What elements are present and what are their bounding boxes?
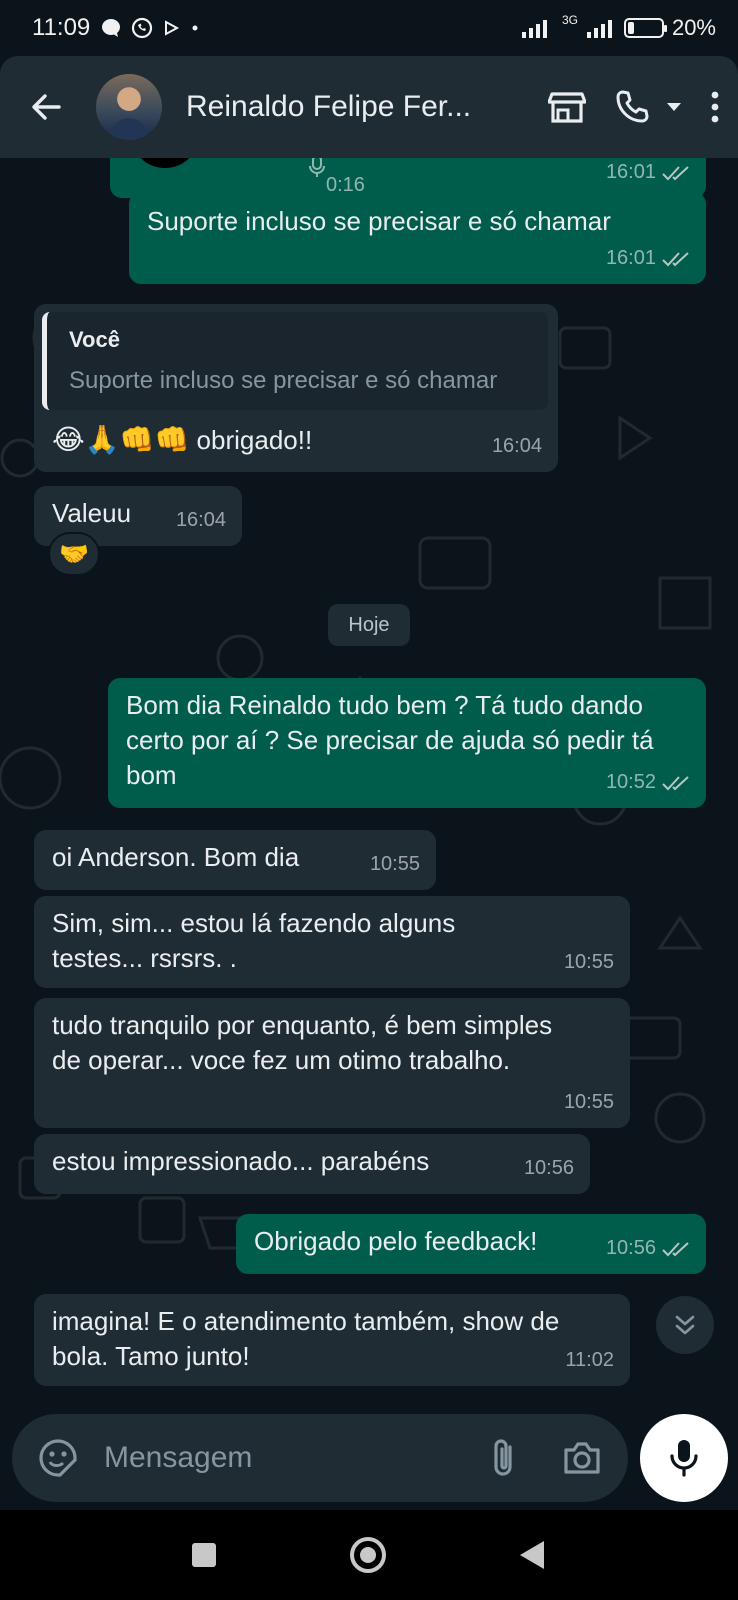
message-emojis: 😂🙏👊👊	[52, 424, 190, 455]
read-ticks-icon	[662, 165, 689, 180]
message-time: 10:56	[606, 1231, 690, 1266]
home-button-icon[interactable]	[348, 1535, 388, 1575]
message-bubble-incoming[interactable]: oi Anderson. Bom dia 10:55	[34, 830, 436, 890]
audio-avatar	[130, 158, 200, 168]
message-bubble-incoming-reply[interactable]: Você Suporte incluso se precisar e só ch…	[34, 304, 558, 472]
store-icon[interactable]	[548, 90, 586, 124]
chat-header: Reinaldo Felipe Fer...	[0, 56, 738, 158]
message-bubble-incoming[interactable]: tudo tranquilo por enquanto, é bem simpl…	[34, 998, 630, 1128]
phone-icon	[616, 90, 649, 123]
message-list[interactable]: 0:16 16:01 Suporte incluso se precisar e…	[0, 158, 738, 1410]
message-time: 16:01	[606, 158, 690, 190]
back-button[interactable]	[26, 87, 66, 127]
message-time: 11:02	[565, 1343, 614, 1378]
mic-icon	[670, 1440, 698, 1477]
time-text: 16:04	[175, 509, 226, 531]
chat-notification-icon	[102, 19, 121, 37]
battery-icon	[623, 18, 667, 38]
message-time: 10:52	[606, 765, 690, 800]
whatsapp-notification-icon	[132, 17, 153, 39]
composer-bar: Mensagem	[0, 1410, 738, 1510]
dot-icon	[192, 25, 198, 31]
time-text: 16:01	[605, 247, 656, 269]
notification-icons	[100, 16, 202, 40]
message-text: estou impressionado... parabéns	[52, 1146, 430, 1176]
message-text: obrigado!!	[196, 425, 313, 455]
sticker-icon[interactable]	[38, 1438, 78, 1478]
recents-button-icon[interactable]	[190, 1541, 218, 1569]
message-bubble-incoming[interactable]: Sim, sim... estou lá fazendo alguns test…	[34, 896, 630, 988]
time-text: 10:56	[523, 1157, 574, 1179]
time-text: 10:55	[563, 1091, 614, 1113]
network-type: 3G	[561, 13, 578, 27]
camera-icon[interactable]	[562, 1440, 602, 1476]
message-bubble-incoming[interactable]: estou impressionado... parabéns 10:56	[34, 1134, 590, 1194]
status-bar: 11:09 3G 20%	[0, 0, 738, 56]
message-bubble-outgoing[interactable]: Suporte incluso se precisar e só chamar …	[129, 192, 706, 284]
read-ticks-icon	[662, 775, 689, 790]
message-time: 16:04	[492, 429, 542, 464]
message-time: 10:55	[564, 1085, 614, 1120]
quote-author: Você	[69, 327, 120, 352]
voice-record-button[interactable]	[640, 1414, 728, 1502]
system-nav-bar	[0, 1510, 738, 1600]
battery-percent: 20%	[671, 15, 716, 40]
scroll-to-bottom-button[interactable]	[656, 1296, 714, 1354]
message-input[interactable]: Mensagem	[104, 1441, 490, 1475]
quoted-message[interactable]: Você Suporte incluso se precisar e só ch…	[42, 312, 548, 410]
time-text: 16:01	[605, 161, 656, 183]
message-time: 10:55	[564, 945, 614, 980]
back-button-icon[interactable]	[518, 1539, 548, 1571]
read-ticks-icon	[662, 251, 689, 266]
signal-icon-2	[586, 20, 612, 38]
message-text: tudo tranquilo por enquanto, é bem simpl…	[52, 1010, 553, 1075]
read-ticks-icon	[662, 1241, 689, 1256]
reply-content: 😂🙏👊👊 obrigado!!	[42, 422, 548, 458]
message-time: 10:56	[524, 1151, 574, 1186]
time-text: 10:55	[369, 853, 420, 875]
time-text: 10:56	[605, 1237, 656, 1259]
message-text: Sim, sim... estou lá fazendo alguns test…	[52, 908, 456, 973]
status-right: 3G 20%	[520, 13, 716, 41]
caret-down-icon	[667, 103, 681, 111]
message-text: imagina! E o atendimento também, show de…	[52, 1306, 560, 1371]
message-bubble-incoming[interactable]: imagina! E o atendimento também, show de…	[34, 1294, 630, 1386]
more-vert-icon[interactable]	[710, 90, 720, 124]
date-separator: Hoje	[328, 604, 410, 646]
mic-small-icon	[309, 158, 325, 177]
reaction-badge[interactable]: 🤝	[48, 532, 100, 576]
message-bubble-outgoing[interactable]: Bom dia Reinaldo tudo bem ? Tá tudo dand…	[108, 678, 706, 808]
contact-avatar[interactable]	[96, 74, 162, 140]
signal-icon	[521, 20, 547, 38]
message-text: Bom dia Reinaldo tudo bem ? Tá tudo dand…	[126, 690, 654, 790]
time-text: 16:04	[491, 435, 542, 457]
time-text: 10:52	[605, 771, 656, 793]
message-text: oi Anderson. Bom dia	[52, 842, 300, 872]
message-text: Suporte incluso se precisar e só chamar	[147, 206, 611, 236]
header-actions	[548, 89, 720, 125]
message-input-container[interactable]: Mensagem	[12, 1414, 628, 1502]
call-button[interactable]	[614, 89, 682, 125]
time-text: 10:55	[563, 951, 614, 973]
message-time: 16:04	[176, 503, 226, 538]
message-bubble-outgoing[interactable]: Obrigado pelo feedback! 10:56	[236, 1214, 706, 1274]
double-chevron-down-icon	[675, 1315, 695, 1335]
quote-text: Suporte incluso se precisar e só chamar	[69, 367, 498, 394]
message-time: 16:01	[606, 241, 690, 276]
paperclip-icon[interactable]	[490, 1437, 518, 1479]
time-text: 11:02	[565, 1349, 614, 1371]
play-notification-icon	[165, 20, 180, 36]
message-time: 10:55	[370, 847, 420, 882]
arrow-left-icon	[32, 94, 61, 120]
contact-name[interactable]: Reinaldo Felipe Fer...	[186, 90, 478, 124]
status-time: 11:09	[32, 14, 91, 41]
